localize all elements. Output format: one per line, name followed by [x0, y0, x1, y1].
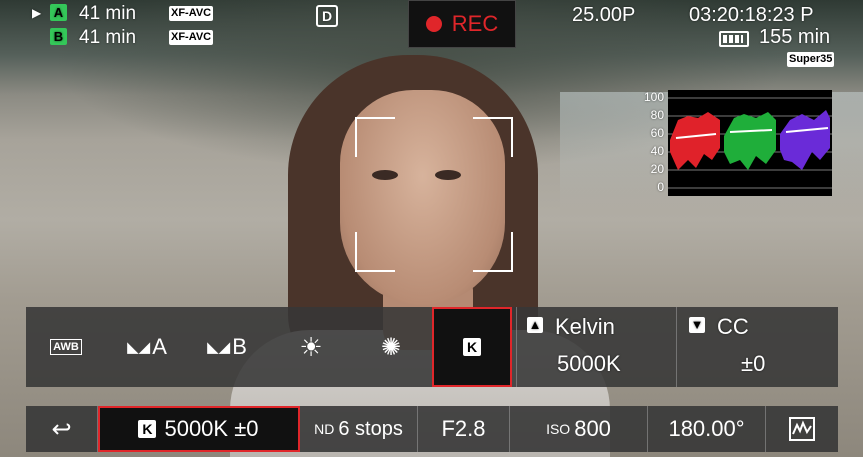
kelvin-title: Kelvin [555, 314, 615, 339]
shutter-button[interactable]: 180.00° [648, 406, 766, 452]
set-b-icon: ◣◢ [207, 339, 231, 356]
waveform-scale-80: 80 [650, 108, 664, 122]
wb-option-tungsten[interactable]: ✺ [356, 307, 426, 387]
daylight-icon: ☀ [299, 331, 323, 362]
waveform-scale-60: 60 [650, 126, 664, 140]
waveform-toggle-button[interactable] [766, 406, 838, 452]
waveform-plot [668, 97, 832, 189]
wb-option-daylight[interactable]: ☀ [276, 307, 346, 387]
battery-time: 155 min [759, 26, 831, 48]
set-a-icon: ◣◢ [127, 339, 151, 356]
cc-down-icon[interactable]: ▼ [689, 317, 705, 333]
wb-option-set-b-label: B [232, 334, 247, 359]
af-frame [355, 117, 513, 272]
wb-option-awb[interactable]: AWB [26, 307, 106, 387]
record-dot-icon [425, 16, 442, 32]
wb-value: 5000K ±0 [164, 416, 259, 441]
return-icon: ↩ [51, 415, 72, 443]
slot-a-format: XF-AVC [169, 6, 214, 21]
waveform-scale-20: 20 [650, 162, 664, 176]
waveform-scale-40: 40 [650, 144, 664, 158]
timecode: 03:20:18:23 P [689, 4, 814, 26]
sensor-mode: Super35 [787, 52, 835, 67]
kelvin-badge-icon: K [138, 420, 157, 438]
slot-b-time: 41 min [79, 27, 137, 48]
wb-option-set-b[interactable]: ◣◢ B [192, 307, 262, 387]
nd-button[interactable]: ND 6 stops [300, 406, 418, 452]
kelvin-adjust[interactable]: ▲ Kelvin 5000K [516, 307, 673, 387]
kelvin-icon: K [463, 338, 481, 356]
waveform-scale-100: 100 [643, 90, 664, 104]
iso-prefix: ISO [546, 421, 571, 437]
kelvin-value: 5000K [557, 351, 621, 376]
cc-adjust[interactable]: ▼ CC ±0 [676, 307, 839, 387]
shutter-value: 180.00° [668, 416, 745, 441]
waveform-monitor: 100 80 60 40 20 0 [636, 88, 834, 198]
iso-button[interactable]: ISO 800 [510, 406, 648, 452]
nd-prefix: ND [314, 421, 335, 437]
slot-a-indicator: A [50, 4, 67, 22]
slot-b-indicator: B [50, 28, 67, 46]
waveform-scale-0: 0 [657, 180, 664, 194]
aperture-value: F2.8 [441, 416, 486, 441]
wb-option-set-a[interactable]: ◣◢ A [112, 307, 182, 387]
slot-a-badge: A [50, 4, 67, 21]
rec-indicator: REC [408, 0, 516, 48]
slot-b-badge: B [50, 28, 67, 45]
tungsten-icon: ✺ [380, 333, 402, 361]
slot-b-format: XF-AVC [169, 30, 214, 45]
battery-icon [719, 31, 749, 47]
back-button[interactable]: ↩ [26, 406, 98, 452]
wb-option-kelvin[interactable]: K [432, 307, 512, 387]
cc-title: CC [717, 314, 749, 339]
nd-value: 6 stops [338, 417, 403, 440]
iso-value: 800 [574, 416, 611, 441]
play-arrow-icon: ▶ [32, 6, 42, 20]
drive-icon: D [316, 5, 338, 27]
wb-value-button[interactable]: K 5000K ±0 [98, 406, 300, 452]
cc-value: ±0 [741, 351, 766, 376]
awb-icon: AWB [50, 339, 82, 355]
waveform-icon [789, 417, 815, 441]
wb-option-set-a-label: A [152, 334, 167, 359]
frame-rate: 25.00P [572, 4, 636, 26]
rec-label: REC [451, 11, 499, 36]
aperture-button[interactable]: F2.8 [418, 406, 510, 452]
slot-a-time: 41 min [79, 3, 137, 24]
kelvin-up-icon[interactable]: ▲ [527, 317, 543, 333]
